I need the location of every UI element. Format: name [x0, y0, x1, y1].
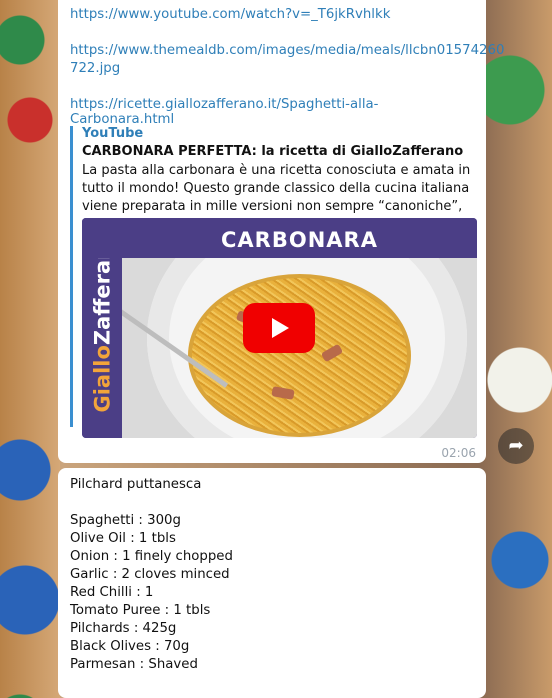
youtube-link[interactable]: https://www.youtube.com/watch?v=_T6jkRvh… [70, 7, 390, 22]
preview-site-name: YouTube [82, 126, 144, 141]
ingredient-line: Olive Oil : 1 tbls [70, 531, 176, 546]
link-preview[interactable]: YouTube CARBONARA PERFETTA: la ricetta d… [70, 126, 477, 438]
mealdb-link-continued[interactable]: 722.jpg [70, 61, 120, 76]
ingredient-line: Black Olives : 70g [70, 639, 190, 654]
giallozafferano-link[interactable]: https://ricette.giallozafferano.it/Spagh… [70, 97, 475, 127]
ingredient-line: Garlic : 2 cloves minced [70, 567, 230, 582]
message-bubble-link: https://www.youtube.com/watch?v=_T6jkRvh… [58, 0, 504, 463]
ingredient-line: Pilchards : 425g [70, 621, 177, 636]
message-time: 02:06 [441, 446, 476, 460]
mealdb-link[interactable]: https://www.themealdb.com/images/media/m… [70, 43, 504, 58]
video-thumbnail[interactable]: GialloZafferano CARBONARA [82, 218, 477, 438]
thumbnail-heading: CARBONARA [82, 218, 477, 258]
ingredient-line: Red Chilli : 1 [70, 585, 154, 600]
ingredient-line: Parmesan : Shaved [70, 657, 198, 672]
message-bubble-recipe: Pilchard puttanesca Spaghetti : 300g Oli… [58, 468, 486, 698]
ingredient-line: Spaghetti : 300g [70, 513, 181, 528]
recipe-title: Pilchard puttanesca [70, 477, 202, 492]
recipe-text: Pilchard puttanesca Spaghetti : 300g Oli… [70, 476, 470, 674]
ingredient-line: Tomato Puree : 1 tbls [70, 603, 211, 618]
ingredient-line: Onion : 1 finely chopped [70, 549, 233, 564]
share-arrow-icon[interactable]: ➦ [498, 428, 534, 464]
giallozafferano-logo: GialloZafferano [90, 230, 115, 413]
play-button[interactable] [243, 303, 315, 353]
play-icon [272, 318, 289, 338]
preview-title: CARBONARA PERFETTA: la ricetta di Giallo… [82, 144, 464, 159]
